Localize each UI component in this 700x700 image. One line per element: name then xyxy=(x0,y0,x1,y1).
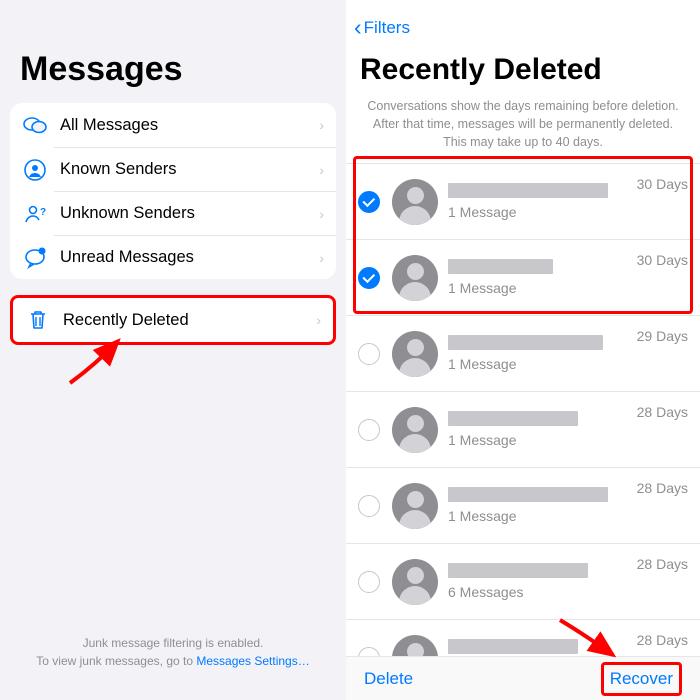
redacted-name xyxy=(448,563,588,578)
recently-deleted-panel: ‹ Filters Recently Deleted Conversations… xyxy=(346,0,700,700)
selection-checkbox[interactable] xyxy=(358,191,380,213)
avatar-icon xyxy=(392,331,438,377)
avatar-icon xyxy=(392,407,438,453)
footer-note: Junk message filtering is enabled. To vi… xyxy=(0,634,346,670)
person-circle-icon xyxy=(22,157,48,183)
avatar-icon xyxy=(392,559,438,605)
selection-checkbox[interactable] xyxy=(358,571,380,593)
filter-label: Unknown Senders xyxy=(60,204,319,223)
selection-checkbox[interactable] xyxy=(358,267,380,289)
conversation-body: 1 Message xyxy=(448,259,629,296)
conversation-body: 1 Message xyxy=(448,335,629,372)
conversation-body: 1 Message xyxy=(448,411,629,448)
footer-line1: Junk message filtering is enabled. xyxy=(0,634,346,652)
toolbar: Delete Recover xyxy=(346,656,700,700)
chevron-right-icon: › xyxy=(319,206,324,222)
recently-deleted-card-highlight: Recently Deleted › xyxy=(10,295,336,345)
redacted-name xyxy=(448,411,578,426)
recover-button[interactable]: Recover xyxy=(601,662,682,696)
days-remaining: 28 Days xyxy=(637,556,688,572)
back-label: Filters xyxy=(364,18,410,38)
filter-unknown-senders[interactable]: ? Unknown Senders › xyxy=(54,191,336,235)
message-count: 1 Message xyxy=(448,508,629,524)
trash-icon xyxy=(25,307,51,333)
messages-settings-link[interactable]: Messages Settings… xyxy=(196,654,309,668)
avatar-icon xyxy=(392,483,438,529)
message-count: 1 Message xyxy=(448,280,629,296)
chevron-right-icon: › xyxy=(316,312,321,328)
message-count: 1 Message xyxy=(448,356,629,372)
conversation-body: 6 Messages xyxy=(448,563,629,600)
filter-label: All Messages xyxy=(60,116,319,135)
filter-label: Unread Messages xyxy=(60,248,319,267)
redacted-name xyxy=(448,335,603,350)
page-title: Messages xyxy=(10,0,336,103)
avatar-icon xyxy=(392,179,438,225)
chevron-right-icon: › xyxy=(319,162,324,178)
chevron-left-icon: ‹ xyxy=(354,14,362,41)
message-count: 6 Messages xyxy=(448,584,629,600)
conversation-row[interactable]: 1 Message 28 Days xyxy=(346,468,700,544)
conversation-row[interactable]: 6 Messages 28 Days xyxy=(346,544,700,620)
redacted-name xyxy=(448,259,553,274)
redacted-name xyxy=(448,183,608,198)
chevron-right-icon: › xyxy=(319,117,324,133)
back-button[interactable]: ‹ Filters xyxy=(346,0,700,47)
selection-checkbox[interactable] xyxy=(358,495,380,517)
conversation-list: 1 Message30 Days1 Message30 Days1 Messag… xyxy=(346,163,700,696)
conversation-row[interactable]: 1 Message 30 Days xyxy=(346,164,700,240)
info-subtext: Conversations show the days remaining be… xyxy=(346,97,700,163)
days-remaining: 30 Days xyxy=(637,176,688,192)
days-remaining: 30 Days xyxy=(637,252,688,268)
footer-line2: To view junk messages, go to Messages Se… xyxy=(0,652,346,670)
person-question-icon: ? xyxy=(22,201,48,227)
filter-unread-messages[interactable]: Unread Messages › xyxy=(54,235,336,279)
conversation-body: 1 Message xyxy=(448,487,629,524)
annotation-arrow-icon xyxy=(555,615,620,660)
conversation-row[interactable]: 1 Message 30 Days xyxy=(346,240,700,316)
days-remaining: 29 Days xyxy=(637,328,688,344)
filter-known-senders[interactable]: Known Senders › xyxy=(54,147,336,191)
conversation-body: 1 Message xyxy=(448,183,629,220)
selection-checkbox[interactable] xyxy=(358,343,380,365)
page-title: Recently Deleted xyxy=(346,47,700,97)
filter-label: Recently Deleted xyxy=(63,311,316,330)
chevron-right-icon: › xyxy=(319,250,324,266)
selection-checkbox[interactable] xyxy=(358,419,380,441)
redacted-name xyxy=(448,487,608,502)
svg-text:?: ? xyxy=(40,207,46,218)
messages-filters-panel: Messages All Messages › Known Senders › … xyxy=(0,0,346,700)
filter-label: Known Senders xyxy=(60,160,319,179)
bubbles-icon xyxy=(22,112,48,138)
avatar-icon xyxy=(392,255,438,301)
filters-list: All Messages › Known Senders › ? Unknown… xyxy=(10,103,336,279)
message-count: 1 Message xyxy=(448,204,629,220)
days-remaining: 28 Days xyxy=(637,404,688,420)
days-remaining: 28 Days xyxy=(637,632,688,648)
annotation-arrow-icon xyxy=(60,335,130,385)
delete-button[interactable]: Delete xyxy=(364,669,413,689)
conversation-row[interactable]: 1 Message 28 Days xyxy=(346,392,700,468)
bubble-dot-icon xyxy=(22,245,48,271)
days-remaining: 28 Days xyxy=(637,480,688,496)
message-count: 1 Message xyxy=(448,432,629,448)
conversation-row[interactable]: 1 Message 29 Days xyxy=(346,316,700,392)
filter-all-messages[interactable]: All Messages › xyxy=(10,103,336,147)
